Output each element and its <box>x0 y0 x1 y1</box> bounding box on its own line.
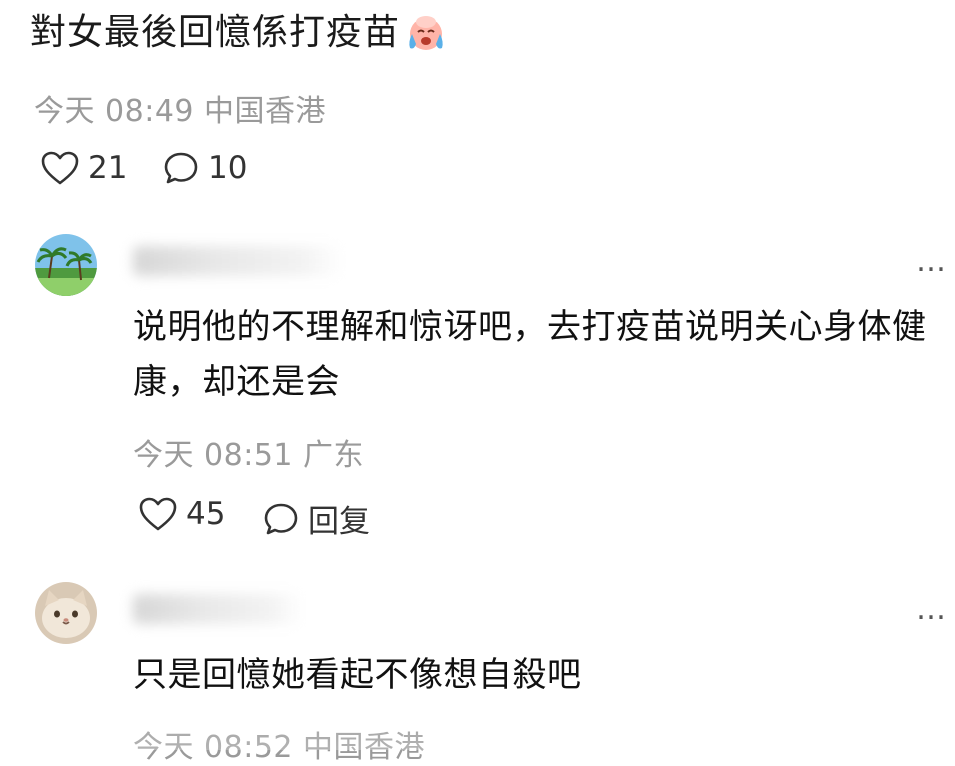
more-icon: … <box>916 244 949 279</box>
heart-icon <box>139 497 177 531</box>
post-meta: 今天 08:49 中国香港 <box>34 86 326 130</box>
heart-icon <box>41 151 79 185</box>
post-comment-button[interactable]: 10 <box>162 150 247 186</box>
username-blurred[interactable] <box>133 246 343 276</box>
more-icon: … <box>916 592 949 627</box>
post-like-count: 21 <box>88 150 128 186</box>
post-text-row: 對女最後回憶係打疫苗 <box>30 8 448 66</box>
comment-text: 说明他的不理解和惊讶吧，去打疫苗说明关心身体健康，却还是会 <box>133 307 927 402</box>
palm-tree-avatar-icon <box>35 234 97 296</box>
comment-like-button[interactable]: 45 <box>138 496 225 532</box>
post-comment-count: 10 <box>208 150 248 186</box>
comment-time: 今天 08:52 <box>133 730 293 765</box>
username-blurred[interactable] <box>133 594 303 624</box>
post-like-button[interactable]: 21 <box>40 150 127 186</box>
post-text: 對女最後回憶係打疫苗 <box>30 12 401 53</box>
post-location: 中国香港 <box>204 94 327 129</box>
more-options-button[interactable]: … <box>916 244 949 279</box>
cat-avatar-icon <box>35 582 97 644</box>
comment-time: 今天 08:51 <box>133 438 293 473</box>
reply-button[interactable]: 回复 <box>262 496 370 541</box>
comment-meta: 今天 08:52 中国香港 <box>133 722 425 766</box>
avatar[interactable] <box>35 582 97 644</box>
comment-text: 只是回憶她看起不像想自殺吧 <box>133 655 582 695</box>
comment-location: 广东 <box>303 438 365 473</box>
post-time: 今天 08:49 <box>34 94 194 129</box>
reply-label: 回复 <box>308 504 370 540</box>
comment-location: 中国香港 <box>303 730 426 765</box>
comment-like-count: 45 <box>186 496 226 532</box>
comment-meta: 今天 08:51 广东 <box>133 430 364 474</box>
speech-bubble-icon <box>164 152 198 184</box>
avatar[interactable] <box>35 234 97 296</box>
crying-face-emoji-icon <box>404 12 448 66</box>
more-options-button[interactable]: … <box>916 592 949 627</box>
speech-bubble-icon <box>264 503 298 534</box>
